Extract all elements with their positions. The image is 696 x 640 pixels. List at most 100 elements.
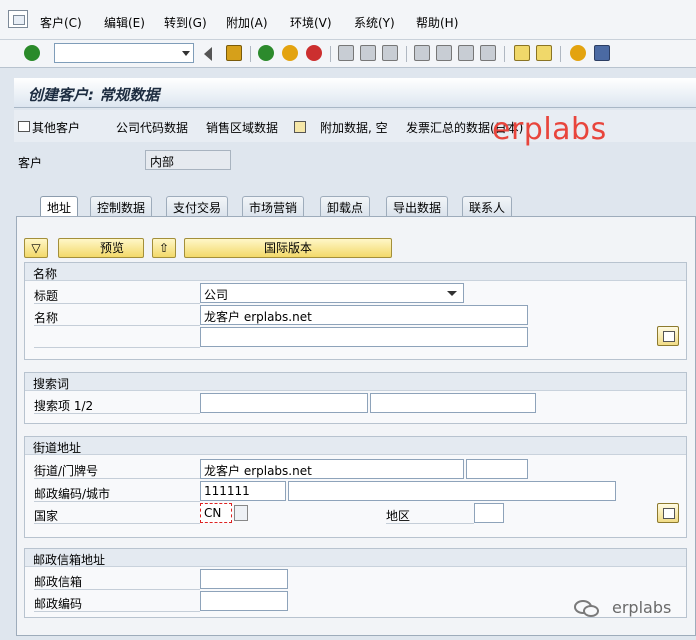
- street-label: 街道/门牌号: [34, 464, 99, 478]
- divider: [34, 325, 200, 326]
- shortcut-icon[interactable]: [536, 45, 552, 61]
- company-code-data-button[interactable]: 公司代码数据: [116, 119, 188, 136]
- additional-data-icon[interactable]: [294, 121, 306, 133]
- chevron-down-icon[interactable]: [182, 51, 190, 56]
- first-page-icon[interactable]: [414, 45, 430, 61]
- toolbar-separator: [330, 46, 331, 62]
- tab-payment-transactions[interactable]: 支付交易: [166, 196, 229, 216]
- tab-control-data[interactable]: 控制数据: [90, 196, 153, 216]
- collapse-icon[interactable]: ▽: [24, 238, 48, 258]
- divider: [34, 501, 200, 502]
- enter-icon[interactable]: [24, 45, 40, 61]
- menu-system[interactable]: 系统(Y): [354, 14, 395, 31]
- customer-field: 内部: [145, 150, 231, 170]
- search-term-2-field[interactable]: [370, 393, 536, 413]
- menu-environment[interactable]: 环境(V): [290, 14, 332, 31]
- country-field[interactable]: CN: [200, 503, 232, 523]
- divider: [34, 347, 200, 348]
- menu-goto[interactable]: 转到(G): [164, 14, 207, 31]
- po-box-title: 邮政信箱地址: [25, 549, 686, 567]
- region-field[interactable]: [474, 503, 504, 523]
- title-select[interactable]: 公司: [200, 283, 464, 303]
- exit-icon[interactable]: [282, 45, 298, 61]
- toolbar-separator: [406, 46, 407, 62]
- postal-code-field[interactable]: 111111: [200, 481, 286, 501]
- search-terms-title: 搜索词: [25, 373, 686, 391]
- footer-watermark: erplabs: [612, 598, 672, 617]
- po-box-field[interactable]: [200, 569, 288, 589]
- international-version-label: 国际版本: [263, 241, 312, 255]
- wechat-logo-icon: [574, 598, 604, 620]
- toolbar-separator: [504, 46, 505, 62]
- sales-area-data-button[interactable]: 销售区域数据: [206, 119, 278, 136]
- search-term-1-field[interactable]: [200, 393, 368, 413]
- divider: [34, 589, 200, 590]
- preview-button[interactable]: 预览: [58, 238, 144, 258]
- search-term-label: 搜索项 1/2: [34, 399, 94, 413]
- tab-unloading-points[interactable]: 卸载点: [320, 196, 371, 216]
- toolbar-separator: [250, 46, 251, 62]
- tab-export-data[interactable]: 导出数据: [386, 196, 449, 216]
- divider: [34, 478, 200, 479]
- name-group-title: 名称: [25, 263, 686, 281]
- menu-edit[interactable]: 编辑(E): [104, 14, 145, 31]
- tab-contact-persons[interactable]: 联系人: [462, 196, 513, 216]
- name2-field[interactable]: [200, 327, 528, 347]
- house-number-field[interactable]: [466, 459, 528, 479]
- other-customer-button[interactable]: 其他客户: [32, 119, 80, 136]
- new-session-icon[interactable]: [514, 45, 530, 61]
- menu-bar: 客户(C) 编辑(E) 转到(G) 附加(A) 环境(V) 系统(Y) 帮助(H…: [0, 0, 696, 40]
- postal-city-label: 邮政编码/城市: [34, 487, 111, 501]
- customer-label: 客户: [18, 156, 43, 170]
- tab-marketing[interactable]: 市场营销: [242, 196, 305, 216]
- last-page-icon[interactable]: [480, 45, 496, 61]
- additional-data-button[interactable]: 附加数据, 空: [320, 119, 388, 136]
- tab-address[interactable]: 地址: [40, 196, 79, 217]
- previous-page-icon[interactable]: [436, 45, 452, 61]
- international-version-button[interactable]: 国际版本: [184, 238, 392, 258]
- divider: [34, 611, 200, 612]
- standard-toolbar: [0, 40, 696, 68]
- country-value-help-icon[interactable]: [234, 505, 248, 521]
- title-bar: 创建客户: 常规数据: [14, 78, 696, 108]
- layout-menu-icon[interactable]: [594, 45, 610, 61]
- country-label: 国家: [34, 509, 59, 523]
- city-field[interactable]: [288, 481, 616, 501]
- po-box-label: 邮政信箱: [34, 575, 83, 589]
- save-icon[interactable]: [226, 45, 242, 61]
- find-icon[interactable]: [360, 45, 376, 61]
- divider: [34, 303, 200, 304]
- tab-strip: 地址 控制数据 支付交易 市场营销 卸载点 导出数据 联系人: [16, 196, 696, 217]
- more-names-icon[interactable]: [657, 326, 679, 346]
- more-address-fields-icon[interactable]: [657, 503, 679, 523]
- menu-help[interactable]: 帮助(H): [416, 14, 458, 31]
- command-field[interactable]: [54, 43, 194, 63]
- find-next-icon[interactable]: [382, 45, 398, 61]
- page-title: 创建客户: 常规数据: [28, 86, 160, 104]
- watermark-text: erplabs: [492, 112, 607, 147]
- menu-extras[interactable]: 附加(A): [226, 14, 268, 31]
- back-icon[interactable]: [258, 45, 274, 61]
- divider: [34, 413, 200, 414]
- street-field[interactable]: 龙客户 erplabs.net: [200, 459, 464, 479]
- toolbar-separator: [560, 46, 561, 62]
- po-box-postal-label: 邮政编码: [34, 597, 83, 611]
- name-label: 名称: [34, 311, 59, 325]
- preview-label: 预览: [99, 241, 124, 255]
- divider: [34, 523, 200, 524]
- divider: [386, 523, 474, 524]
- po-box-postal-field[interactable]: [200, 591, 288, 611]
- time-dependent-icon[interactable]: ⇧: [152, 238, 176, 258]
- street-address-title: 街道地址: [25, 437, 686, 455]
- cancel-icon[interactable]: [306, 45, 322, 61]
- next-page-icon[interactable]: [458, 45, 474, 61]
- menu-customer[interactable]: 客户(C): [40, 14, 82, 31]
- name-field[interactable]: 龙客户 erplabs.net: [200, 305, 528, 325]
- help-icon[interactable]: [570, 45, 586, 61]
- back-arrow-icon[interactable]: [204, 47, 212, 61]
- other-customer-icon[interactable]: [18, 121, 30, 132]
- system-menu-icon[interactable]: [8, 10, 28, 28]
- title-label: 标题: [34, 289, 59, 303]
- print-icon[interactable]: [338, 45, 354, 61]
- region-label: 地区: [386, 509, 411, 523]
